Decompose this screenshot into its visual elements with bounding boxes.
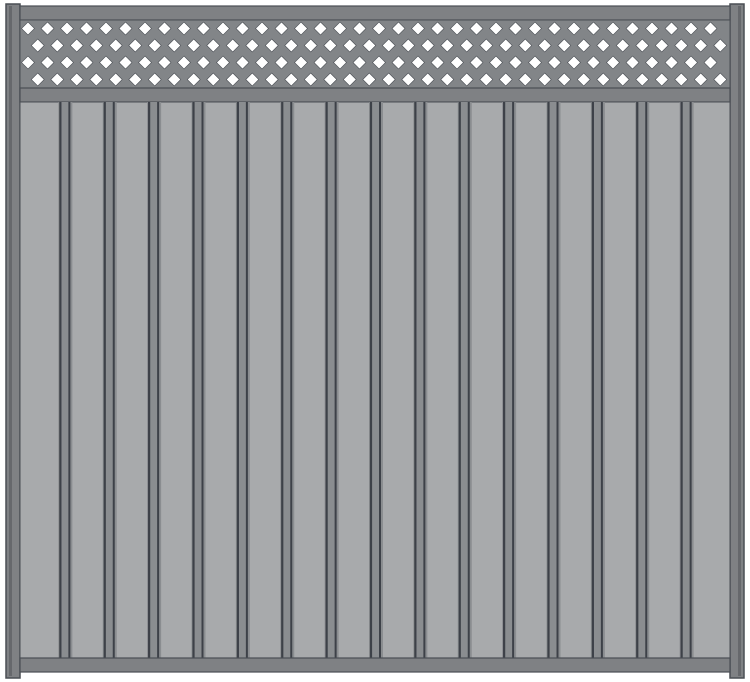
board-panel	[19, 101, 731, 659]
fence-board	[689, 104, 720, 656]
fence-board	[290, 104, 321, 656]
fence-board	[467, 104, 499, 656]
fence-board	[24, 104, 55, 656]
middle-rail-body	[19, 87, 731, 103]
fence-board	[68, 104, 99, 656]
left-post	[5, 3, 21, 679]
fence-board	[556, 104, 587, 656]
bottom-rail	[19, 657, 731, 673]
fence-board	[645, 104, 676, 656]
fence-board	[379, 104, 410, 656]
fence-panel-illustration	[5, 3, 745, 679]
fence-board	[245, 104, 277, 656]
top-rail-body	[19, 5, 731, 21]
left-post-shade	[9, 6, 12, 676]
top-rail	[19, 5, 731, 21]
middle-rail	[19, 87, 731, 103]
left-post-body	[5, 3, 21, 679]
fence-board	[600, 104, 632, 656]
lattice-panel	[19, 19, 731, 89]
fence-board	[512, 104, 543, 656]
right-post	[729, 3, 745, 679]
fence-board	[201, 104, 232, 656]
right-post-shade	[738, 6, 741, 676]
fence-board	[423, 104, 454, 656]
fence-board	[334, 104, 365, 656]
right-post-body	[729, 3, 745, 679]
bottom-rail-body	[19, 657, 731, 673]
fence-board	[112, 104, 144, 656]
fence-board	[157, 104, 188, 656]
